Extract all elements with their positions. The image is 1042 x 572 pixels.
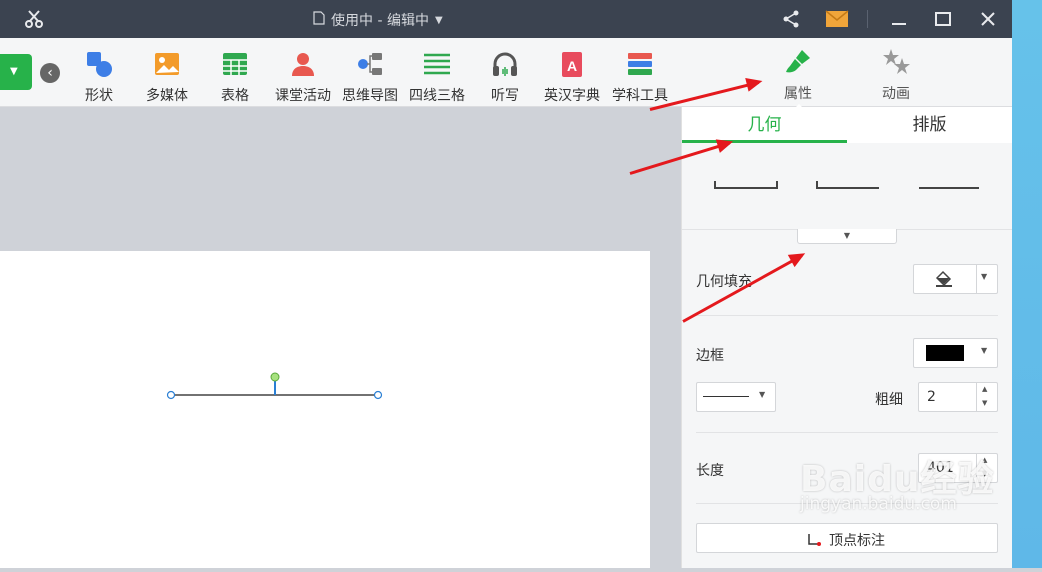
title-bar: 使用中 - 编辑中 ▼: [0, 0, 1012, 38]
document-title[interactable]: 使用中 - 编辑中 ▼: [313, 10, 443, 30]
thickness-value: 2: [927, 389, 936, 405]
toolbar-item-label: 表格: [221, 88, 249, 104]
close-icon[interactable]: [977, 8, 999, 30]
animation-label: 动画: [882, 86, 910, 102]
new-slide-button[interactable]: ▼: [0, 54, 32, 90]
toolbar-item-four-line[interactable]: 四线三格: [402, 50, 472, 106]
headphones-icon: [491, 50, 519, 78]
brush-icon: [784, 48, 812, 76]
toolbar-item-label: 学科工具: [612, 88, 668, 104]
chevron-down-icon: ▼: [10, 66, 18, 77]
titlebar-divider: [867, 10, 868, 28]
mail-icon[interactable]: [824, 8, 850, 30]
toolbar-item-label: 听写: [491, 88, 519, 104]
toolbar-item-label: 思维导图: [342, 88, 398, 104]
vertex-icon: [807, 531, 821, 550]
chevron-down-icon: ▼: [843, 231, 851, 240]
fourline-icon: [423, 50, 451, 78]
chevron-down-icon: ▼: [981, 272, 988, 281]
toolbar-item-table[interactable]: 表格: [200, 50, 270, 106]
vertex-label: 顶点标注: [829, 533, 885, 549]
share-icon[interactable]: [780, 8, 802, 30]
paint-bucket-icon: [934, 270, 954, 292]
shape-icon: [85, 50, 113, 78]
length-label: 长度: [696, 463, 724, 479]
border-color-swatch: [926, 345, 964, 361]
divider: [696, 315, 998, 316]
thickness-stepper[interactable]: 2 ▲ ▼: [918, 382, 998, 412]
border-label: 边框: [696, 348, 724, 364]
border-color-picker[interactable]: ▼: [913, 338, 998, 368]
svg-text:A: A: [567, 58, 577, 74]
stars-icon: [882, 48, 910, 76]
desktop-background: [1012, 0, 1042, 568]
document-icon: [313, 11, 325, 29]
toolbar-item-media[interactable]: 多媒体: [132, 50, 202, 106]
scroll-left-icon[interactable]: ‹: [40, 63, 60, 83]
ribbon-toolbar: ▼ ‹ 形状 多媒体 表格 课堂活动 思维导图 四线三格 听写 A 英汉字典 学…: [0, 38, 1012, 110]
chevron-down-icon: ▼: [981, 346, 988, 355]
toolbar-item-mindmap[interactable]: 思维导图: [335, 50, 405, 106]
toolbar-item-dictation[interactable]: 听写: [470, 50, 540, 106]
toolbar-item-label: 课堂活动: [275, 88, 331, 104]
line-shape[interactable]: [0, 251, 650, 568]
line-style-presets: [682, 143, 1013, 231]
maximize-icon[interactable]: [932, 8, 954, 30]
dictionary-icon: A: [558, 50, 586, 78]
chevron-down-icon: ▼: [759, 390, 766, 399]
properties-label: 属性: [784, 86, 812, 102]
mindmap-icon: [356, 50, 384, 78]
toolbar-item-dictionary[interactable]: A 英汉字典: [537, 50, 607, 106]
properties-button[interactable]: 属性: [763, 48, 833, 110]
divider: [696, 432, 998, 433]
animation-button[interactable]: 动画: [861, 48, 931, 104]
toolbar-item-label: 四线三格: [409, 88, 465, 104]
toolbar-item-label: 英汉字典: [544, 88, 600, 104]
tab-layout[interactable]: 排版: [847, 107, 1012, 143]
canvas-area: [0, 107, 680, 568]
minimize-icon[interactable]: [888, 8, 910, 30]
toolbar-item-label: 形状: [85, 88, 113, 104]
toolbar-item-class-activity[interactable]: 课堂活动: [268, 50, 338, 106]
line-style-select[interactable]: ▼: [696, 382, 776, 412]
media-icon: [153, 50, 181, 78]
slide-canvas[interactable]: [0, 251, 650, 568]
activity-icon: [289, 50, 317, 78]
toolbar-item-shape[interactable]: 形状: [64, 50, 134, 106]
subject-tools-icon: [626, 50, 654, 78]
toolbar-item-subject-tools[interactable]: 学科工具: [605, 50, 675, 106]
scissors-icon[interactable]: [22, 8, 46, 30]
toolbar-item-label: 多媒体: [146, 88, 188, 104]
document-title-text: 使用中 - 编辑中: [331, 13, 429, 29]
chevron-down-icon: ▼: [434, 14, 443, 26]
line-style-options[interactable]: [682, 143, 1013, 231]
table-icon: [221, 50, 249, 78]
expand-presets-button[interactable]: ▼: [797, 229, 897, 244]
vertex-label-button[interactable]: 顶点标注: [696, 523, 998, 553]
stepper-up-icon[interactable]: ▲: [982, 385, 987, 393]
watermark-url: jingyan.baidu.com: [800, 494, 957, 514]
stepper-down-icon[interactable]: ▼: [982, 399, 987, 407]
fill-color-picker[interactable]: ▼: [913, 264, 998, 294]
tab-geometry[interactable]: 几何: [682, 107, 847, 143]
thickness-label: 粗细: [875, 392, 903, 408]
